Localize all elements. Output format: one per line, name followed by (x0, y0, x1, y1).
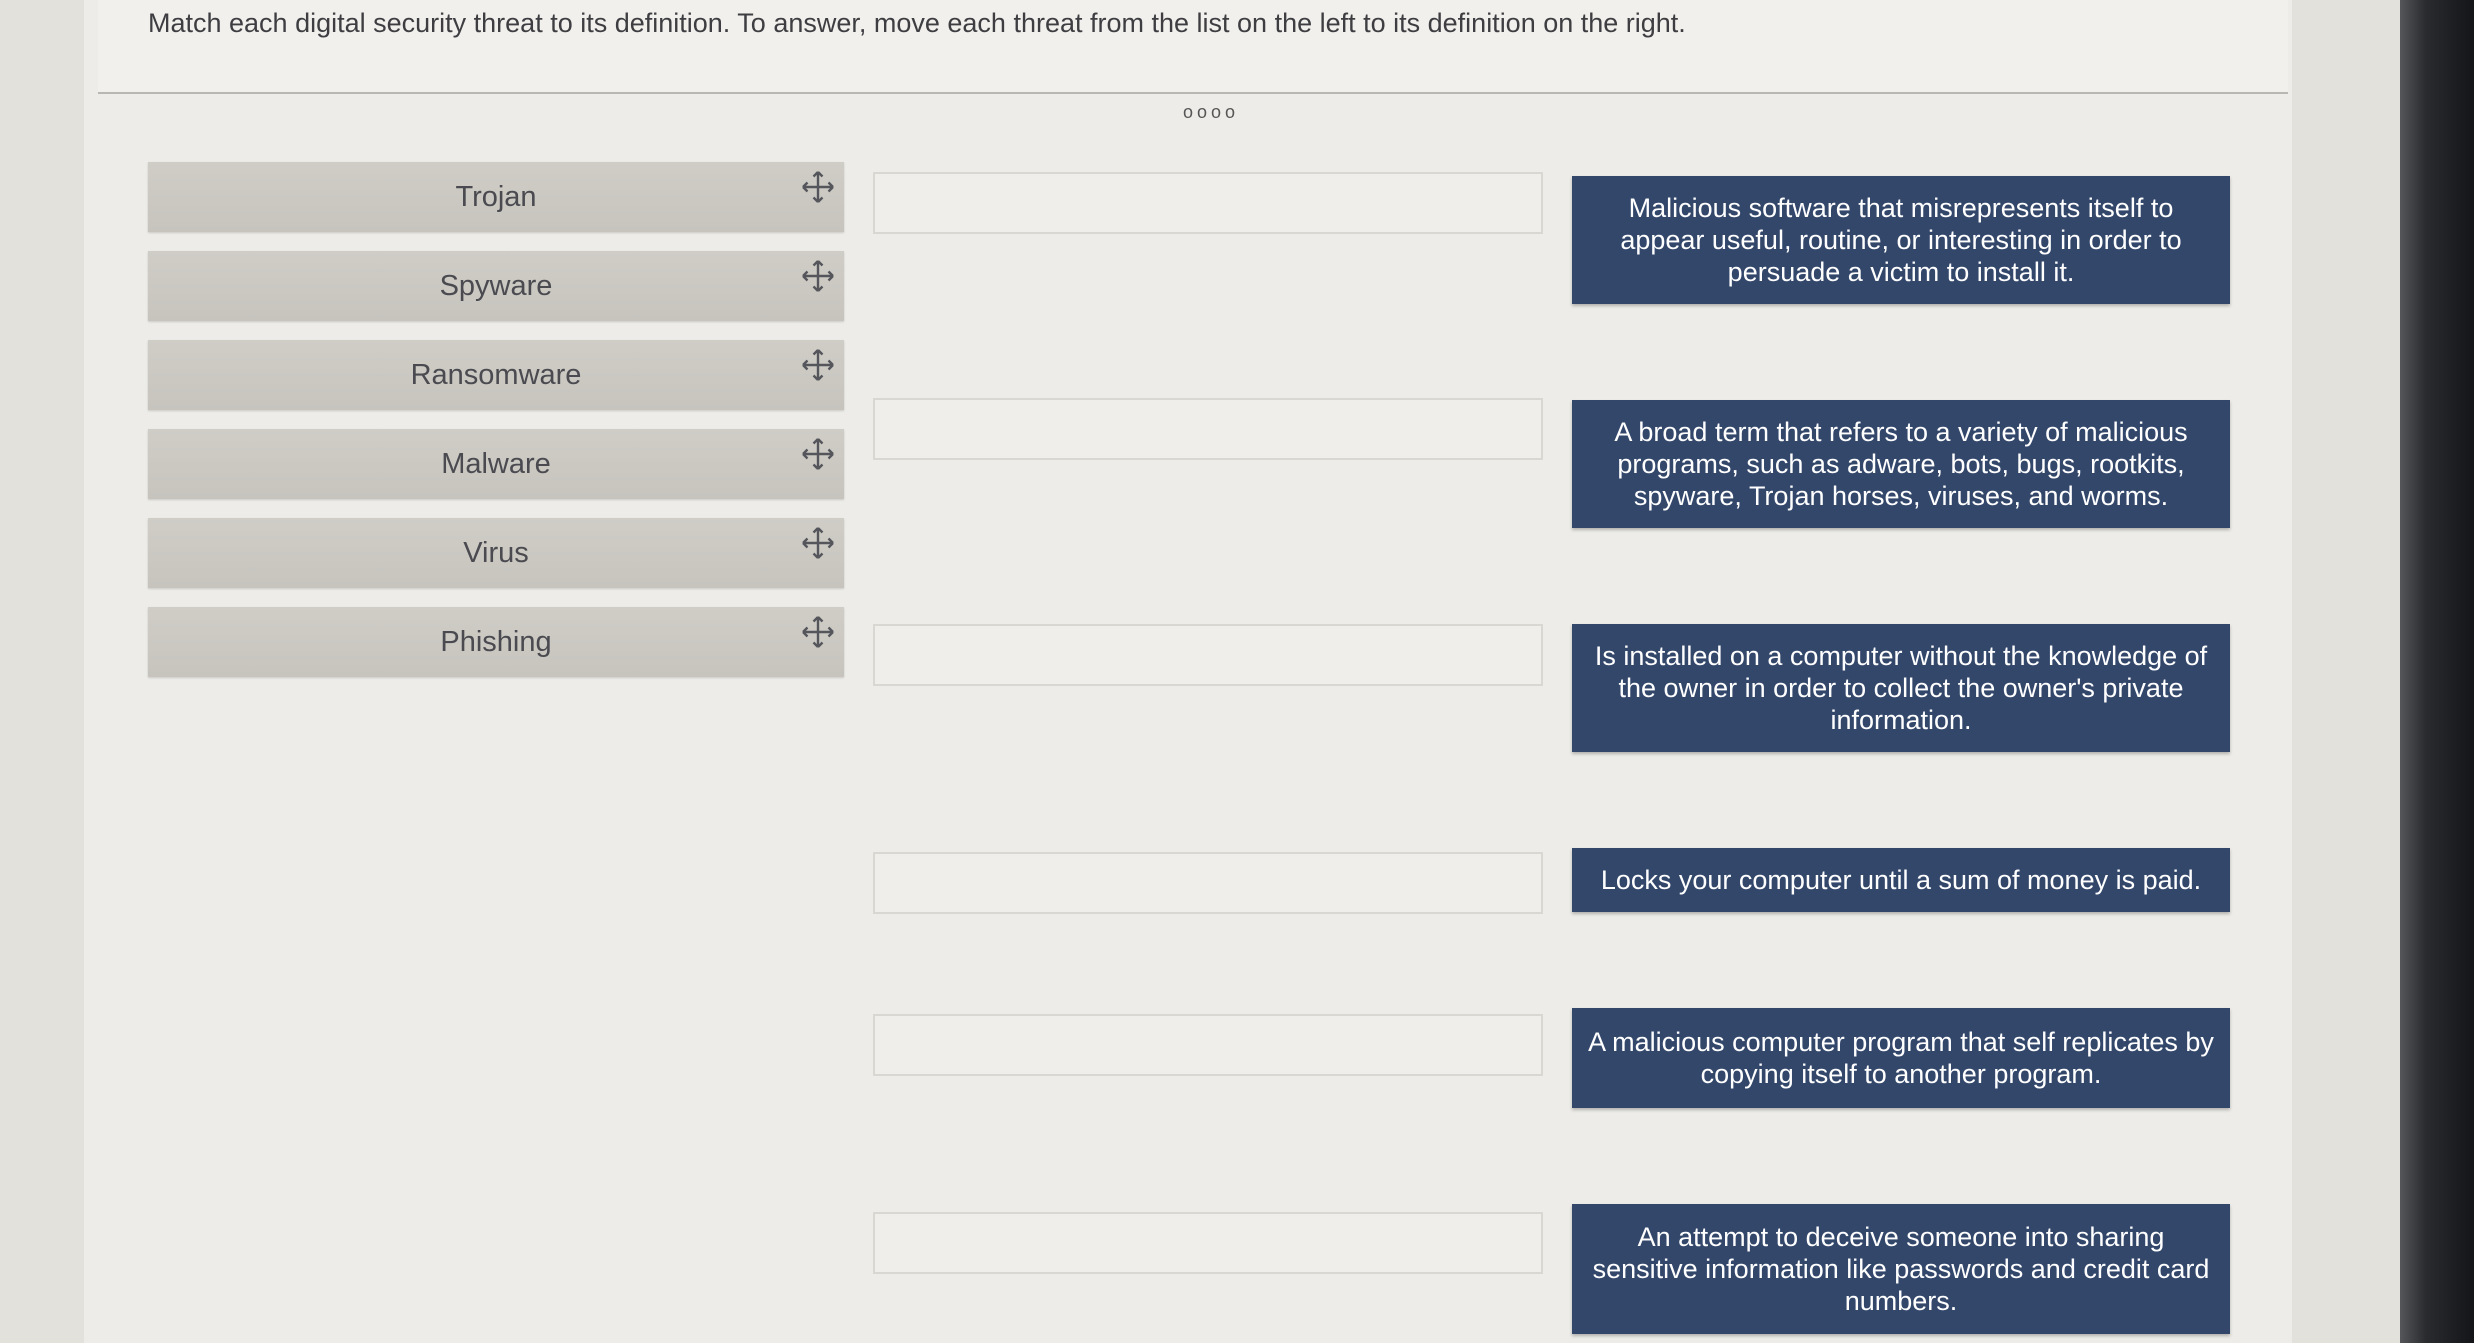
threat-label: Trojan (455, 180, 537, 213)
drop-zone-4[interactable] (873, 852, 1543, 914)
definition-6: An attempt to deceive someone into shari… (1572, 1204, 2230, 1334)
drop-zone-6[interactable] (873, 1212, 1543, 1274)
move-arrows-icon[interactable] (800, 525, 836, 561)
move-arrows-icon[interactable] (800, 614, 836, 650)
question-header: Match each digital security threat to it… (98, 0, 2288, 94)
threat-item-malware[interactable]: Malware (148, 429, 844, 499)
question-instructions: Match each digital security threat to it… (148, 8, 1686, 38)
definition-text: Locks your computer until a sum of money… (1600, 865, 2202, 895)
drop-zone-2[interactable] (873, 398, 1543, 460)
definition-text: An attempt to deceive someone into shari… (1592, 1222, 2210, 1316)
threat-item-virus[interactable]: Virus (148, 518, 844, 588)
drop-zone-5[interactable] (873, 1014, 1543, 1076)
threat-label: Phishing (440, 625, 552, 658)
move-arrows-icon[interactable] (800, 169, 836, 205)
definition-1: Malicious software that misrepresents it… (1572, 176, 2230, 304)
definition-5: A malicious computer program that self r… (1572, 1008, 2230, 1108)
threat-item-phishing[interactable]: Phishing (148, 607, 844, 677)
definition-text: Is installed on a computer without the k… (1594, 641, 2208, 735)
threat-label: Malware (441, 447, 551, 480)
move-arrows-icon[interactable] (800, 347, 836, 383)
definition-4: Locks your computer until a sum of money… (1572, 848, 2230, 912)
move-arrows-icon[interactable] (800, 436, 836, 472)
threat-item-ransomware[interactable]: Ransomware (148, 340, 844, 410)
threat-label: Ransomware (410, 358, 582, 391)
definition-3: Is installed on a computer without the k… (1572, 624, 2230, 752)
threat-label: Spyware (439, 269, 553, 302)
definition-text: Malicious software that misrepresents it… (1620, 193, 2182, 287)
threat-label: Virus (463, 536, 529, 569)
threat-item-trojan[interactable]: Trojan (148, 162, 844, 232)
move-arrows-icon[interactable] (800, 258, 836, 294)
pager-dots[interactable]: oooo (1183, 102, 1239, 123)
monitor-bezel (2400, 0, 2474, 1343)
drop-zone-3[interactable] (873, 624, 1543, 686)
threat-item-spyware[interactable]: Spyware (148, 251, 844, 321)
definition-2: A broad term that refers to a variety of… (1572, 400, 2230, 528)
definition-text: A broad term that refers to a variety of… (1614, 417, 2188, 511)
definition-text: A malicious computer program that self r… (1588, 1027, 2214, 1089)
drop-zone-1[interactable] (873, 172, 1543, 234)
